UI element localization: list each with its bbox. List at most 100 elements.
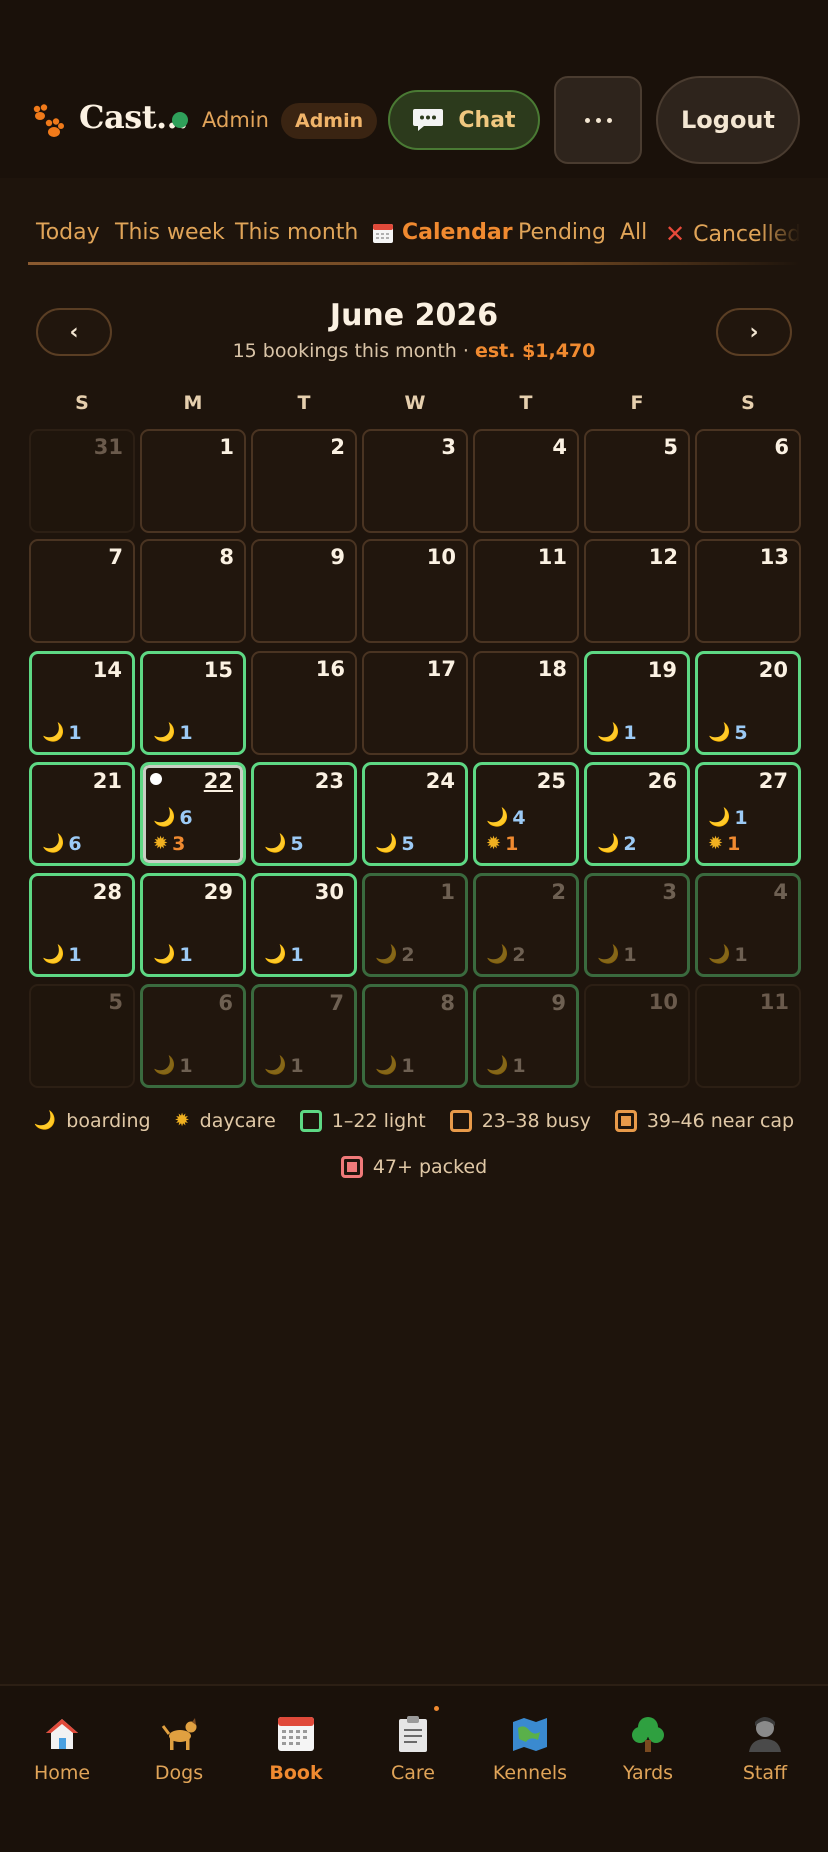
day-number: 1 xyxy=(219,435,234,459)
calendar-day[interactable]: 8 🌙 1 xyxy=(362,984,468,1088)
calendar-day[interactable]: 23 🌙 5 xyxy=(251,762,357,866)
calendar-day[interactable]: 20 🌙 5 xyxy=(695,651,801,755)
tab-today[interactable]: Today xyxy=(36,220,100,245)
sun-icon: ✹ xyxy=(153,833,169,854)
calendar-day[interactable]: 7 xyxy=(29,539,135,643)
calendar-day[interactable]: 7 🌙 1 xyxy=(251,984,357,1088)
calendar-day[interactable]: 6 xyxy=(695,429,801,533)
boarding-count: 🌙 1 xyxy=(375,1055,415,1077)
day-number: 19 xyxy=(647,658,677,682)
nav-label: Kennels xyxy=(492,1762,568,1784)
nav-label: Care xyxy=(391,1762,435,1784)
tree-icon xyxy=(632,1717,664,1752)
nav-yards[interactable]: Yards xyxy=(593,1714,703,1784)
calendar-day[interactable]: 5 xyxy=(29,984,135,1088)
calendar-day[interactable]: 2 xyxy=(251,429,357,533)
day-number: 11 xyxy=(537,545,567,569)
calendar-day[interactable]: 5 xyxy=(584,429,690,533)
nav-label: Home xyxy=(33,1762,91,1784)
legend-packed: 47+ packed xyxy=(340,1156,488,1178)
boarding-count: 🌙 1 xyxy=(153,944,193,966)
clipboard-icon xyxy=(399,1716,427,1752)
boarding-count: 🌙 1 xyxy=(597,722,637,744)
day-number: 9 xyxy=(551,991,566,1015)
calendar-day[interactable]: 30 🌙 1 xyxy=(251,873,357,977)
calendar-day[interactable]: 2 🌙 2 xyxy=(473,873,579,977)
day-number: 30 xyxy=(314,880,344,904)
boarding-count: 🌙 1 xyxy=(486,1055,526,1077)
calendar-day[interactable]: 16 xyxy=(251,651,357,755)
nav-home[interactable]: Home xyxy=(7,1714,117,1784)
calendar-day[interactable]: 27 🌙 1 ✹ 1 xyxy=(695,762,801,866)
weekday-label: T xyxy=(297,392,311,414)
calendar-day[interactable]: 13 xyxy=(695,539,801,643)
boarding-count: 🌙 1 xyxy=(264,1055,304,1077)
legend-label: 47+ packed xyxy=(372,1156,488,1178)
dot-icon xyxy=(595,117,601,123)
boarding-count-value: 5 xyxy=(734,722,748,744)
legend-label: daycare xyxy=(199,1110,276,1132)
person-icon xyxy=(749,1717,781,1752)
calendar-day[interactable]: 4 xyxy=(473,429,579,533)
calendar-day[interactable]: 4 🌙 1 xyxy=(695,873,801,977)
boarding-count-value: 1 xyxy=(68,722,82,744)
tab-label: All xyxy=(620,220,648,245)
tab-pending[interactable]: Pending xyxy=(518,220,606,245)
calendar-day[interactable]: 26 🌙 2 xyxy=(584,762,690,866)
chat-button[interactable]: Chat xyxy=(388,90,540,150)
tab-this-week[interactable]: This week xyxy=(115,220,225,245)
calendar-day[interactable]: 8 xyxy=(140,539,246,643)
weekday-label: F xyxy=(630,392,644,414)
tab-label: Today xyxy=(36,220,100,245)
day-number: 13 xyxy=(759,545,789,569)
nav-dogs[interactable]: Dogs xyxy=(124,1714,234,1784)
calendar-day[interactable]: 10 xyxy=(584,984,690,1088)
moon-icon: 🌙 xyxy=(42,722,65,743)
calendar-day[interactable]: 25 🌙 4 ✹ 1 xyxy=(473,762,579,866)
moon-icon: 🌙 xyxy=(264,944,287,965)
calendar-day[interactable]: 17 xyxy=(362,651,468,755)
next-month-button[interactable]: › xyxy=(716,308,792,356)
calendar-day-today[interactable]: 22 🌙 6 ✹ 3 xyxy=(140,762,246,866)
calendar-day[interactable]: 1 xyxy=(140,429,246,533)
calendar-day[interactable]: 9 xyxy=(251,539,357,643)
calendar-day[interactable]: 11 xyxy=(473,539,579,643)
tab-this-month[interactable]: This month xyxy=(235,220,358,245)
calendar-day[interactable]: 28 🌙 1 xyxy=(29,873,135,977)
calendar-day[interactable]: 11 xyxy=(695,984,801,1088)
moon-icon: 🌙 xyxy=(153,944,176,965)
calendar-day[interactable]: 19 🌙 1 xyxy=(584,651,690,755)
calendar-day[interactable]: 24 🌙 5 xyxy=(362,762,468,866)
revenue-estimate: est. $1,470 xyxy=(474,340,596,362)
day-number: 5 xyxy=(108,990,123,1014)
calendar-day[interactable]: 3 xyxy=(362,429,468,533)
day-number: 31 xyxy=(93,435,123,459)
calendar-day[interactable]: 10 xyxy=(362,539,468,643)
nav-kennels[interactable]: Kennels xyxy=(475,1714,585,1784)
calendar-day[interactable]: 12 xyxy=(584,539,690,643)
calendar-day[interactable]: 15 🌙 1 xyxy=(140,651,246,755)
nav-staff[interactable]: Staff xyxy=(710,1714,820,1784)
calendar-day[interactable]: 3 🌙 1 xyxy=(584,873,690,977)
tab-all[interactable]: All xyxy=(620,220,647,245)
logout-button[interactable]: Logout xyxy=(656,76,800,164)
moon-icon: 🌙 xyxy=(708,807,731,828)
nav-care[interactable]: Care xyxy=(358,1714,468,1784)
calendar-day[interactable]: 18 xyxy=(473,651,579,755)
calendar-day[interactable]: 1 🌙 2 xyxy=(362,873,468,977)
weekday-label: S xyxy=(741,392,755,414)
calendar-day[interactable]: 31 xyxy=(29,429,135,533)
more-options-button[interactable] xyxy=(554,76,642,164)
boarding-count: 🌙 2 xyxy=(486,944,526,966)
day-number: 16 xyxy=(315,657,345,681)
calendar-day[interactable]: 21 🌙 6 xyxy=(29,762,135,866)
nav-book[interactable]: Book xyxy=(241,1714,351,1784)
calendar-day[interactable]: 29 🌙 1 xyxy=(140,873,246,977)
boarding-count-value: 1 xyxy=(512,1055,526,1077)
tab-calendar[interactable]: Calendar xyxy=(372,220,513,245)
calendar-day[interactable]: 14 🌙 1 xyxy=(29,651,135,755)
calendar-day[interactable]: 6 🌙 1 xyxy=(140,984,246,1088)
day-number: 6 xyxy=(774,435,789,459)
calendar-day[interactable]: 9 🌙 1 xyxy=(473,984,579,1088)
today-indicator-dot xyxy=(150,773,162,785)
